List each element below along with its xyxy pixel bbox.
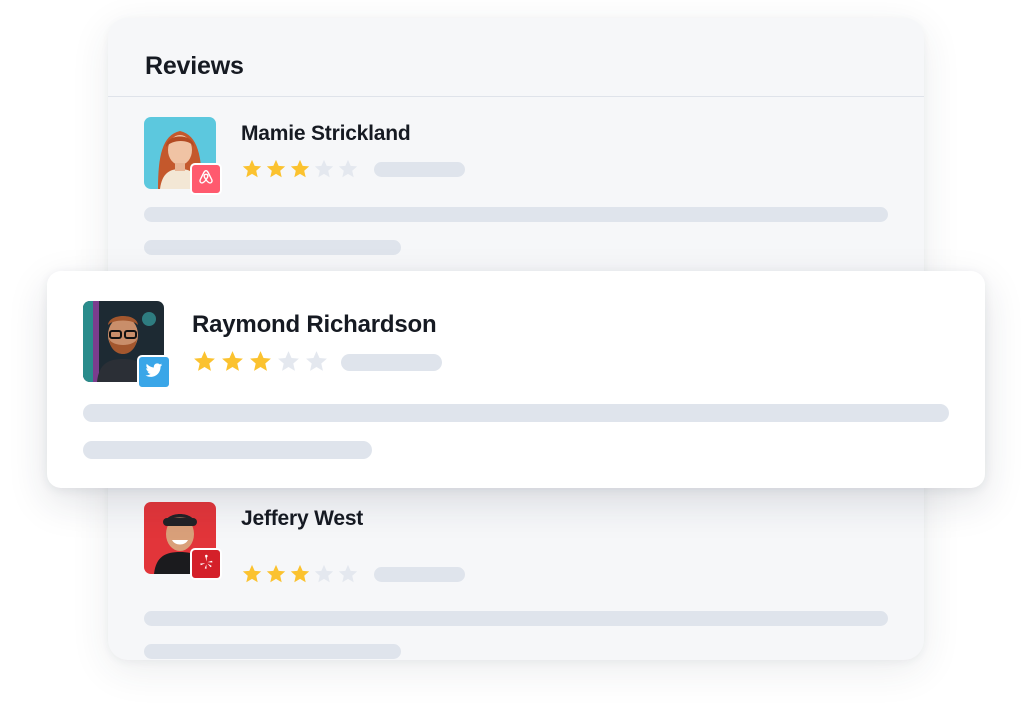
twitter-icon <box>144 360 164 385</box>
review-text-placeholder <box>144 611 888 626</box>
star-empty-icon <box>313 158 335 180</box>
star-rating <box>241 158 359 180</box>
reviewer-name: Raymond Richardson <box>192 311 437 338</box>
star-empty-icon <box>337 158 359 180</box>
review-item[interactable]: Mamie Strickland <box>144 117 888 257</box>
star-filled-icon <box>289 563 311 585</box>
review-text-placeholder <box>83 404 949 422</box>
star-rating <box>192 349 329 374</box>
star-empty-icon <box>304 349 329 374</box>
yelp-icon <box>197 553 215 576</box>
reviewer-name: Mamie Strickland <box>241 122 411 145</box>
star-filled-icon <box>241 158 263 180</box>
review-text-placeholder <box>144 240 401 255</box>
star-empty-icon <box>313 563 335 585</box>
review-item[interactable]: Jeffery West <box>144 502 888 659</box>
star-filled-icon <box>241 563 263 585</box>
star-empty-icon <box>337 563 359 585</box>
date-placeholder <box>341 354 442 371</box>
airbnb-icon <box>197 168 215 191</box>
review-text-placeholder <box>83 441 372 459</box>
featured-review-card[interactable]: Raymond Richardson <box>47 271 985 488</box>
star-rating <box>241 563 359 585</box>
star-filled-icon <box>192 349 217 374</box>
reviewer-avatar-wrapper <box>144 502 222 580</box>
yelp-badge <box>190 548 222 580</box>
star-filled-icon <box>248 349 273 374</box>
star-empty-icon <box>276 349 301 374</box>
review-text-placeholder <box>144 207 888 222</box>
reviewer-avatar-wrapper <box>83 301 171 389</box>
review-item[interactable]: Raymond Richardson <box>83 301 949 461</box>
star-filled-icon <box>265 158 287 180</box>
reviews-header: Reviews <box>108 18 924 97</box>
reviewer-avatar-wrapper <box>144 117 222 195</box>
reviews-title: Reviews <box>145 52 244 80</box>
date-placeholder <box>374 567 465 582</box>
airbnb-badge <box>190 163 222 195</box>
star-filled-icon <box>265 563 287 585</box>
star-filled-icon <box>220 349 245 374</box>
reviewer-name: Jeffery West <box>241 507 364 530</box>
review-text-placeholder <box>144 644 401 659</box>
star-filled-icon <box>289 158 311 180</box>
date-placeholder <box>374 162 465 177</box>
twitter-badge <box>137 355 171 389</box>
